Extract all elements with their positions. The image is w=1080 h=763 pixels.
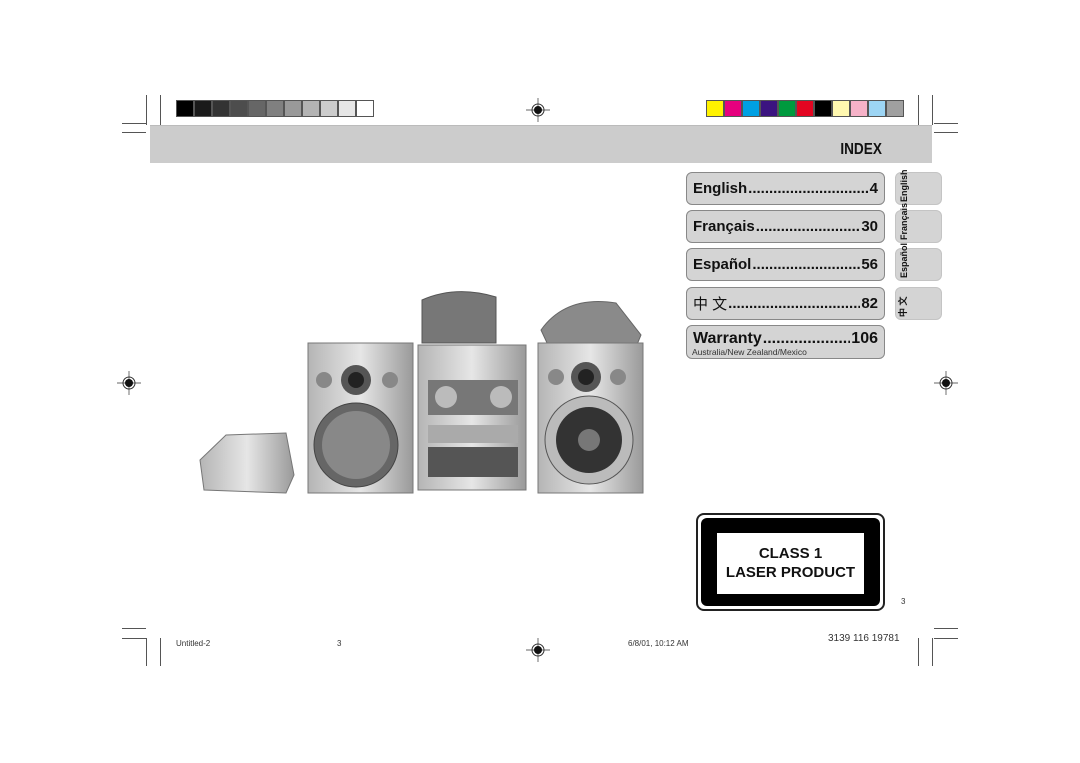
tab-label: 中 文 [898, 296, 908, 317]
entry-page: 30 [861, 218, 878, 235]
stereo-system-image [199, 291, 644, 494]
crop-mark [122, 132, 146, 133]
index-entry-chinese[interactable]: 中 文 82 [686, 287, 885, 320]
entry-page: 56 [861, 256, 878, 273]
index-entry-francais[interactable]: Français 30 [686, 210, 885, 243]
tab-espanol[interactable]: Español [895, 243, 942, 281]
color-swatch [706, 100, 724, 117]
index-entry-espanol[interactable]: Español 56 [686, 248, 885, 281]
color-swatch [814, 100, 832, 117]
color-swatch [248, 100, 266, 117]
index-entry-english[interactable]: English 4 [686, 172, 885, 205]
page-title: INDEX [840, 141, 882, 158]
color-swatch [760, 100, 778, 117]
leader-dots [763, 330, 851, 348]
entry-page: 4 [869, 180, 878, 197]
crop-mark [934, 123, 958, 124]
crop-mark [160, 638, 161, 666]
crop-mark [122, 628, 146, 629]
color-swatch [338, 100, 356, 117]
leader-dots [752, 256, 860, 273]
entry-page: 106 [851, 330, 878, 347]
color-swatch [778, 100, 796, 117]
color-swatch [302, 100, 320, 117]
laser-class: CLASS 1 [758, 545, 823, 562]
color-swatch [832, 100, 850, 117]
color-swatch [284, 100, 302, 117]
entry-label: Warranty [693, 330, 762, 347]
crop-mark [932, 95, 933, 125]
header-band [150, 125, 932, 163]
color-swatch [230, 100, 248, 117]
color-swatch [320, 100, 338, 117]
crop-mark [146, 638, 147, 666]
crop-mark [146, 95, 147, 125]
warranty-regions: Australia/New Zealand/Mexico [692, 347, 807, 357]
color-swatch [194, 100, 212, 117]
crop-mark [160, 95, 161, 125]
crop-mark [932, 638, 933, 666]
color-swatch [742, 100, 760, 117]
crop-mark [934, 628, 958, 629]
leader-dots [728, 295, 860, 312]
footer-date: 6/8/01, 10:12 AM [628, 639, 689, 648]
color-swatch [868, 100, 886, 117]
registration-mark-icon [117, 371, 141, 395]
crop-mark [122, 123, 146, 124]
color-swatch [176, 100, 194, 117]
crop-mark [918, 95, 919, 125]
tab-label: Français [899, 202, 909, 240]
crop-mark [934, 132, 958, 133]
tab-chinese[interactable]: 中 文 [895, 287, 942, 320]
tab-english[interactable]: English [895, 169, 942, 205]
entry-label: 中 文 [693, 296, 728, 313]
crop-mark [122, 638, 146, 639]
entry-label: Español [693, 256, 752, 273]
color-swatch [724, 100, 742, 117]
footer-filename: Untitled-2 [176, 639, 211, 648]
color-swatch [266, 100, 284, 117]
registration-mark-icon [526, 638, 550, 662]
registration-mark-icon [526, 98, 550, 122]
color-swatch [356, 100, 374, 117]
page-number: 3 [901, 597, 906, 606]
crop-mark [934, 638, 958, 639]
color-swatch [850, 100, 868, 117]
registration-mark-icon [934, 371, 958, 395]
color-swatch [796, 100, 814, 117]
footer-code: 3139 116 19781 [828, 633, 900, 644]
color-swatch [212, 100, 230, 117]
color-swatch [886, 100, 904, 117]
entry-label: English [693, 180, 748, 197]
tab-francais[interactable]: Français [895, 203, 942, 243]
leader-dots [748, 180, 868, 197]
leader-dots [756, 218, 861, 235]
laser-class-label: CLASS 1 LASER PRODUCT [696, 513, 885, 611]
tab-label: English [899, 169, 909, 202]
laser-product: LASER PRODUCT [725, 564, 856, 581]
tab-label: Español [899, 242, 909, 278]
footer-page: 3 [337, 639, 342, 648]
entry-page: 82 [861, 295, 878, 312]
crop-mark [918, 638, 919, 666]
entry-label: Français [693, 218, 755, 235]
